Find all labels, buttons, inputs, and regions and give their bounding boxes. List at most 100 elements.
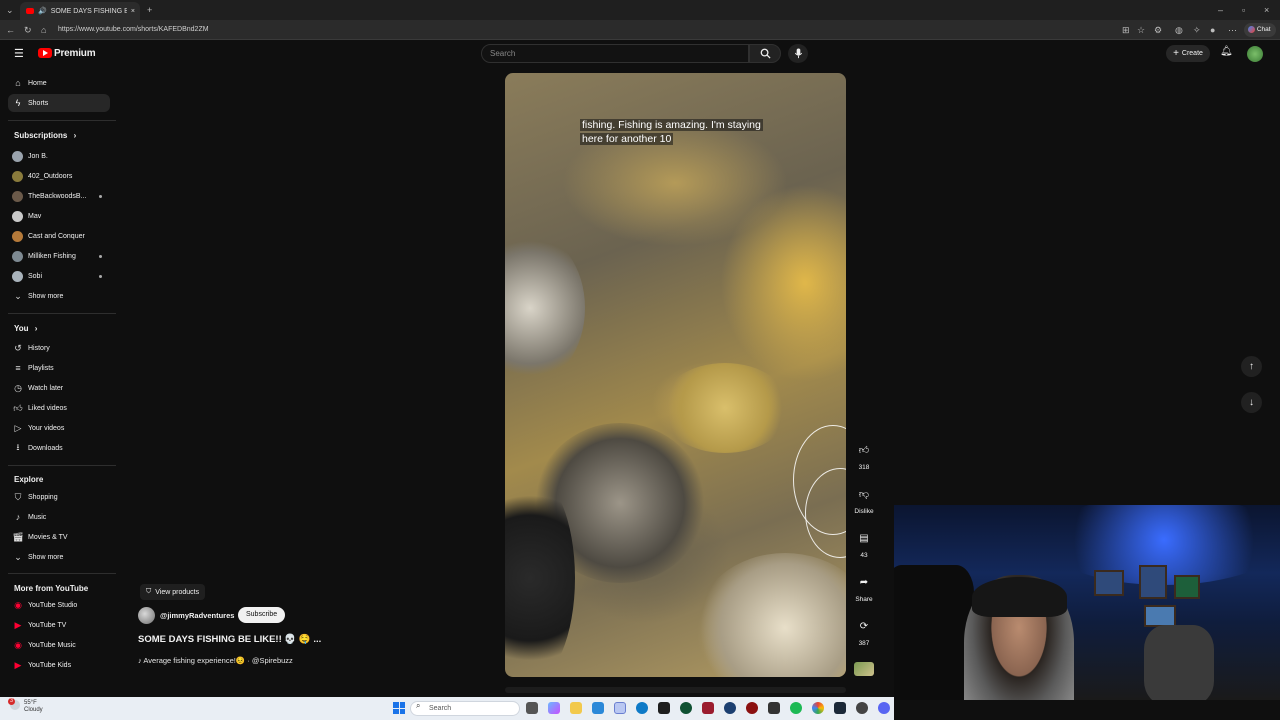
thumbs-down-icon[interactable]: 👎︎: [854, 484, 874, 504]
active-app-icon[interactable]: [614, 702, 626, 714]
wall-frame: [1144, 605, 1176, 627]
minimize-icon[interactable]: –: [1218, 0, 1223, 20]
task-view-icon[interactable]: [526, 702, 538, 714]
hamburger-menu-icon[interactable]: ☰: [14, 47, 24, 60]
comment-icon[interactable]: ▤: [854, 528, 874, 548]
remix-icon[interactable]: ⟳: [854, 616, 874, 636]
account-avatar[interactable]: [1247, 46, 1263, 62]
spotify-icon[interactable]: [790, 702, 802, 714]
extension-icon[interactable]: ⚙: [1154, 20, 1162, 40]
create-button[interactable]: + Create: [1166, 45, 1210, 62]
sidebar-item-subscription[interactable]: Sobi: [8, 267, 110, 285]
sound-thumbnail[interactable]: [854, 662, 874, 676]
sidebar-item-music[interactable]: ♪ Music: [8, 508, 110, 526]
notifications-bell-icon[interactable]: 🔔︎: [1220, 46, 1233, 57]
apps-icon[interactable]: ⊞: [1122, 20, 1130, 40]
previous-short-button[interactable]: ↑: [1241, 356, 1262, 377]
sidebar-item-youtube-studio[interactable]: ◉ YouTube Studio: [8, 596, 110, 614]
store-icon[interactable]: [592, 702, 604, 714]
bookmark-star-icon[interactable]: ☆: [1137, 20, 1145, 40]
sidebar-item-movies-tv[interactable]: 🎬︎ Movies & TV: [8, 528, 110, 546]
you-heading[interactable]: You ›: [14, 324, 37, 333]
channel-avatar[interactable]: [138, 607, 155, 624]
new-tab-button[interactable]: +: [147, 0, 152, 20]
channel-name[interactable]: @jimmyRadventures: [160, 611, 234, 620]
chat-button[interactable]: Chat: [1244, 23, 1276, 37]
extensions-puzzle-icon[interactable]: ✧: [1193, 20, 1201, 40]
sidebar-item-subscription[interactable]: Milliken Fishing: [8, 247, 110, 265]
sidebar-item-youtube-tv[interactable]: ▶ YouTube TV: [8, 616, 110, 634]
video-description[interactable]: ♪ Average fishing experience!😣 · @Spireb…: [138, 656, 293, 665]
share-action[interactable]: ➦ Share: [852, 572, 876, 604]
short-video-player[interactable]: fishing. Fishing is amazing. I'm staying…: [505, 73, 846, 677]
app-icon[interactable]: [856, 702, 868, 714]
comments-action[interactable]: ▤ 43: [852, 528, 876, 560]
sidebar-item-subscription[interactable]: Mav: [8, 207, 110, 225]
menu-dots-icon[interactable]: ⋯: [1228, 20, 1237, 40]
edge-icon[interactable]: [636, 702, 648, 714]
home-icon[interactable]: ⌂: [41, 20, 46, 40]
url-field[interactable]: https://www.youtube.com/shorts/KAFEDBnd2…: [58, 23, 1118, 37]
taskbar-search-input[interactable]: Search: [410, 701, 520, 716]
next-video-preview[interactable]: [505, 687, 846, 693]
sidebar-item-your-videos[interactable]: ▷ Your videos: [8, 419, 110, 437]
sidebar-item-label: YouTube Studio: [28, 601, 78, 609]
share-icon[interactable]: ➦: [854, 572, 874, 592]
reload-icon[interactable]: ↻: [24, 20, 32, 40]
sidebar-item-playlists[interactable]: ≡ Playlists: [8, 359, 110, 377]
windows-start-icon[interactable]: [393, 702, 405, 714]
like-action[interactable]: 👍︎ 318: [852, 440, 876, 471]
chrome-icon[interactable]: [812, 702, 824, 714]
sidebar: ⌂ Home ϟ Shorts Subscriptions › Jon B. 4…: [0, 70, 120, 695]
subscribe-button[interactable]: Subscribe: [238, 607, 286, 623]
sidebar-item-youtube-kids[interactable]: ▶ YouTube Kids: [8, 656, 110, 674]
browser-tab[interactable]: 🔊 SOME DAYS FISHING BE LIKE ×: [20, 2, 140, 20]
discord-icon[interactable]: [878, 702, 890, 714]
remix-action[interactable]: ⟳ 387: [852, 616, 876, 648]
sidebar-item-shorts[interactable]: ϟ Shorts: [8, 94, 110, 112]
thumbs-up-icon[interactable]: 👍︎: [854, 440, 874, 460]
sidebar-item-history[interactable]: ↺ History: [8, 339, 110, 357]
sidebar-item-downloads[interactable]: ⭳ Downloads: [8, 439, 110, 457]
tab-list-icon[interactable]: ⌄: [6, 0, 14, 20]
maximize-icon[interactable]: ▫: [1242, 0, 1245, 20]
app-icon[interactable]: [680, 702, 692, 714]
terminal-icon[interactable]: [658, 702, 670, 714]
show-more-explore[interactable]: ⌄ Show more: [8, 548, 110, 566]
sidebar-item-subscription[interactable]: 402_Outdoors: [8, 167, 110, 185]
back-icon[interactable]: ←: [6, 20, 15, 40]
view-products-button[interactable]: ⛉ View products: [140, 584, 206, 600]
weather-icon[interactable]: 3: [8, 698, 20, 710]
app-icon[interactable]: [746, 702, 758, 714]
sidebar-item-subscription[interactable]: Cast and Conquer: [8, 227, 110, 245]
subscriptions-heading[interactable]: Subscriptions ›: [14, 131, 76, 140]
close-window-icon[interactable]: ×: [1264, 0, 1269, 20]
sidebar-item-home[interactable]: ⌂ Home: [8, 74, 110, 92]
show-more-subscriptions[interactable]: ⌄ Show more: [8, 287, 110, 305]
app-icon[interactable]: [724, 702, 736, 714]
app-icon[interactable]: [768, 702, 780, 714]
profile-icon[interactable]: ◍: [1175, 20, 1183, 40]
copilot-icon[interactable]: [548, 702, 560, 714]
file-explorer-icon[interactable]: [570, 702, 582, 714]
weather-widget[interactable]: 55°F Cloudy: [24, 700, 43, 714]
sidebar-item-liked-videos[interactable]: 👍︎ Liked videos: [8, 399, 110, 417]
search-input[interactable]: Search: [481, 44, 749, 63]
app-icon[interactable]: [702, 702, 714, 714]
youtube-logo-icon[interactable]: [38, 48, 52, 58]
user-avatar-icon[interactable]: ●: [1210, 20, 1215, 40]
sidebar-item-subscription[interactable]: Jon B.: [8, 147, 110, 165]
tab-close-icon[interactable]: ×: [131, 8, 135, 15]
sidebar-item-youtube-music[interactable]: ◉ YouTube Music: [8, 636, 110, 654]
next-short-button[interactable]: ↓: [1241, 392, 1262, 413]
brand-label[interactable]: Premium: [54, 48, 96, 59]
dislike-action[interactable]: 👎︎ Dislike: [852, 484, 876, 515]
sidebar-item-watch-later[interactable]: ◷ Watch later: [8, 379, 110, 397]
video-title[interactable]: SOME DAYS FISHING BE LIKE!! 💀 🤤 ...: [138, 634, 321, 645]
sidebar-item-label: Show more: [28, 292, 64, 300]
voice-search-button[interactable]: [788, 44, 808, 63]
sidebar-item-subscription[interactable]: TheBackwoodsB...: [8, 187, 110, 205]
search-button[interactable]: [749, 44, 781, 63]
sidebar-item-shopping[interactable]: ⛉ Shopping: [8, 488, 110, 506]
steam-icon[interactable]: [834, 702, 846, 714]
